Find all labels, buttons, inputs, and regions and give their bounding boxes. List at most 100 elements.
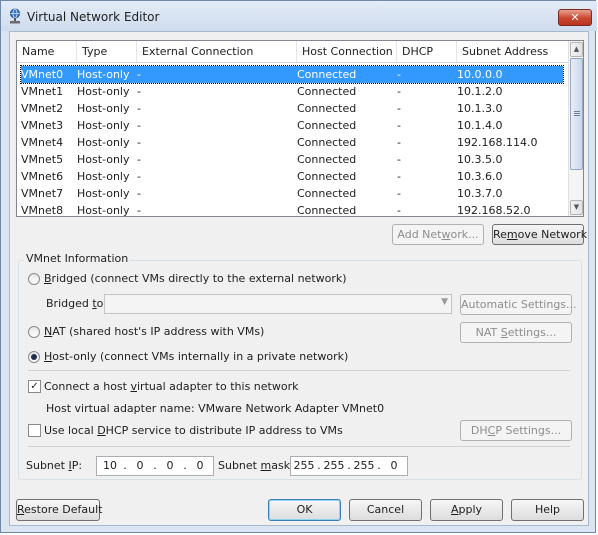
- ip-octet[interactable]: 0: [189, 457, 211, 475]
- nat-radio[interactable]: [28, 326, 40, 338]
- nat-settings-button[interactable]: NAT Settings...: [460, 322, 572, 343]
- title-bar[interactable]: Virtual Network Editor ✕: [1, 1, 597, 31]
- subnet-mask-input[interactable]: 255 . 255 . 255 . 0: [290, 456, 408, 476]
- table-cell: 192.168.114.0: [457, 136, 538, 149]
- table-cell: -: [137, 85, 141, 98]
- access-key: S: [500, 326, 508, 339]
- label-part: Connect a host: [44, 380, 131, 393]
- grip-line: [574, 113, 580, 114]
- window-title: Virtual Network Editor: [27, 10, 160, 24]
- bridged-to-select[interactable]: ▼: [104, 294, 452, 314]
- label-part: AT (shared host's IP address with VMs): [52, 325, 265, 338]
- connect-adapter-label[interactable]: Connect a host virtual adapter to this n…: [44, 380, 298, 393]
- dialog-client: Name Type External Connection Host Conne…: [9, 31, 589, 526]
- table-cell: -: [137, 153, 141, 166]
- mask-octet[interactable]: 255: [323, 457, 345, 475]
- radio-selected-dot: [31, 354, 37, 360]
- label-part: P Settings...: [495, 424, 562, 437]
- table-cell: -: [397, 68, 401, 81]
- add-network-button[interactable]: Add Network...: [392, 224, 484, 245]
- close-icon: ✕: [570, 11, 580, 24]
- access-key: m: [260, 459, 272, 472]
- label-part: Bridged: [46, 297, 93, 310]
- table-cell: Connected: [297, 187, 357, 200]
- dhcp-label[interactable]: Use local DHCP service to distribute IP …: [44, 424, 343, 437]
- table-row[interactable]: VMnet6 Host-only - Connected -10.3.6.0: [21, 168, 563, 185]
- table-cell: VMnet6: [21, 170, 64, 183]
- grip-line: [574, 111, 580, 112]
- table-cell: -: [397, 102, 401, 115]
- vmnet-list[interactable]: Name Type External Connection Host Conne…: [16, 40, 584, 217]
- table-cell: VMnet0: [21, 68, 64, 81]
- scroll-down-button[interactable]: ▼: [570, 200, 583, 215]
- bridged-radio-label[interactable]: Bridged (connect VMs directly to the ext…: [44, 272, 347, 285]
- help-button[interactable]: Help: [511, 499, 584, 521]
- table-cell: -: [397, 204, 401, 217]
- table-cell: Connected: [297, 170, 357, 183]
- table-row[interactable]: VMnet4 Host-only - Connected -192.168.114.0: [21, 134, 563, 151]
- table-row[interactable]: VMnet2 Host-only - Connected -10.1.3.0: [21, 100, 563, 117]
- automatic-settings-button[interactable]: Automatic Settings...: [460, 294, 577, 315]
- dhcp-settings-button[interactable]: DHCP Settings...: [460, 420, 572, 441]
- table-row[interactable]: VMnet3 Host-only - Connected -10.1.4.0: [21, 117, 563, 134]
- table-cell: -: [397, 136, 401, 149]
- close-button[interactable]: ✕: [558, 9, 592, 26]
- label-part: Add Net: [397, 228, 442, 241]
- label-part: pply: [458, 503, 483, 516]
- host-only-radio[interactable]: [28, 351, 40, 363]
- table-row[interactable]: VMnet0 Host-only - Connected -10.0.0.0: [20, 65, 564, 84]
- table-cell: -: [137, 170, 141, 183]
- list-vertical-scrollbar[interactable]: ▲ ▼: [568, 41, 583, 216]
- ip-octet[interactable]: 10: [99, 457, 121, 475]
- scroll-up-button[interactable]: ▲: [570, 42, 583, 57]
- column-header-name[interactable]: Name: [17, 41, 77, 62]
- host-only-radio-label[interactable]: Host-only (connect VMs internally in a p…: [44, 350, 348, 363]
- chevron-down-icon: ▼: [573, 203, 580, 211]
- table-cell: Host-only: [77, 119, 130, 132]
- table-cell: -: [397, 85, 401, 98]
- table-cell: 10.3.6.0: [457, 170, 503, 183]
- bridged-to-label: Bridged to:: [46, 297, 107, 310]
- access-key: m: [506, 228, 518, 241]
- table-cell: VMnet7: [21, 187, 64, 200]
- check-icon: ✓: [30, 381, 39, 392]
- label-part: Subnet: [26, 459, 69, 472]
- label-part: estore Default: [24, 503, 103, 516]
- table-cell: Connected: [297, 68, 357, 81]
- subnet-ip-input[interactable]: 10 . 0 . 0 . 0: [96, 456, 214, 476]
- label-part: Subnet: [218, 459, 261, 472]
- scroll-thumb[interactable]: [570, 58, 583, 170]
- nat-radio-label[interactable]: NAT (shared host's IP address with VMs): [44, 325, 264, 338]
- table-cell: Connected: [297, 119, 357, 132]
- ok-button[interactable]: OK: [268, 499, 341, 521]
- dhcp-checkbox[interactable]: [28, 424, 41, 437]
- column-header-type[interactable]: Type: [77, 41, 137, 62]
- column-header-host-connection[interactable]: Host Connection: [297, 41, 397, 62]
- restore-default-button[interactable]: Restore Default: [16, 499, 103, 521]
- connect-adapter-checkbox[interactable]: ✓: [28, 380, 41, 393]
- column-header-subnet-address[interactable]: Subnet Address: [457, 41, 568, 62]
- mask-octet[interactable]: 0: [383, 457, 405, 475]
- table-cell: 10.3.5.0: [457, 153, 503, 166]
- mask-octet[interactable]: 255: [293, 457, 315, 475]
- table-cell: Connected: [297, 85, 357, 98]
- apply-button[interactable]: Apply: [430, 499, 503, 521]
- label-part: ridged (connect VMs directly to the exte…: [51, 272, 347, 285]
- cancel-button[interactable]: Cancel: [349, 499, 422, 521]
- remove-network-button[interactable]: Remove Network: [492, 224, 587, 245]
- table-row[interactable]: VMnet1 Host-only - Connected -10.1.2.0: [21, 83, 563, 100]
- table-row[interactable]: VMnet7 Host-only - Connected -10.3.7.0: [21, 185, 563, 202]
- column-header-dhcp[interactable]: DHCP: [397, 41, 457, 62]
- ip-octet[interactable]: 0: [129, 457, 151, 475]
- table-cell: -: [137, 68, 141, 81]
- table-row[interactable]: VMnet5 Host-only - Connected -10.3.5.0: [21, 151, 563, 168]
- mask-octet[interactable]: 255: [353, 457, 375, 475]
- column-header-external-connection[interactable]: External Connection: [137, 41, 297, 62]
- separator: [28, 370, 570, 371]
- subnet-ip-label: Subnet IP:: [26, 459, 82, 472]
- ip-octet[interactable]: 0: [159, 457, 181, 475]
- table-row[interactable]: VMnet8 Host-only - Connected -192.168.52.0: [21, 202, 563, 217]
- access-key: B: [44, 272, 52, 285]
- table-cell: -: [137, 204, 141, 217]
- bridged-radio[interactable]: [28, 273, 40, 285]
